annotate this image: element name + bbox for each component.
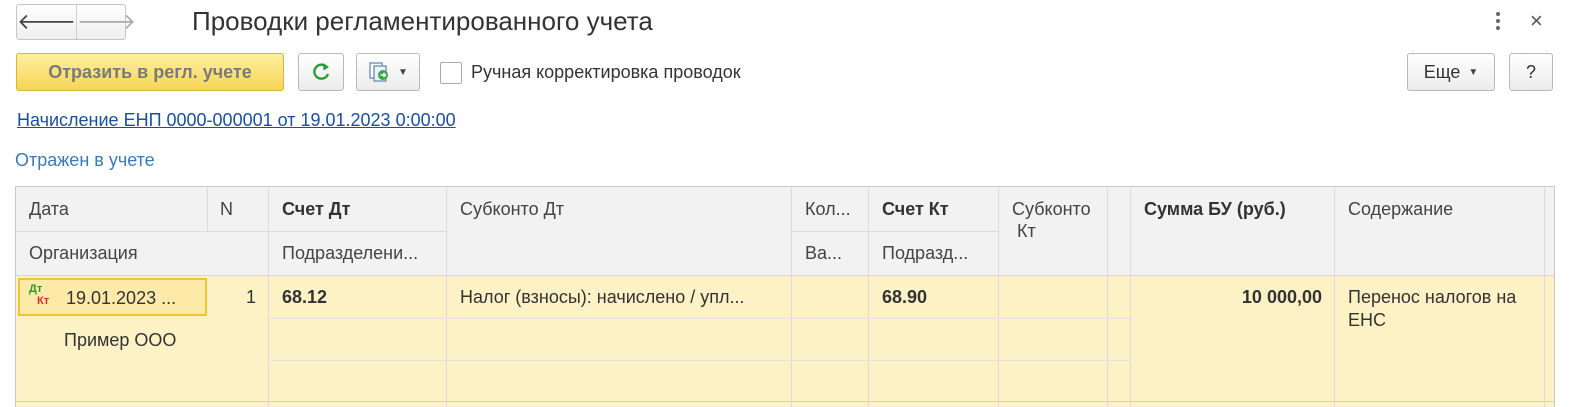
manual-correction-checkbox[interactable] [440,62,462,84]
back-button[interactable]: 🡐 [17,5,76,39]
header-quantity[interactable]: Кол... [805,199,865,220]
chevron-down-icon: ▼ [398,66,408,78]
arrow-right-icon: 🡒 [77,9,136,34]
row-number: 1 [245,287,256,307]
date-cell-selected[interactable]: Дт Кт 19.01.2023 ... [18,278,207,316]
manual-correction-label[interactable]: Ручная корректировка проводок [471,62,741,83]
header-sum[interactable]: Сумма БУ (руб.) [1144,199,1329,220]
forward-button[interactable]: 🡒 [76,5,136,39]
dt-kt-icon: Дт Кт [29,283,50,307]
row-subconto-dt: Налог (взносы): начислено / упл... [460,287,745,307]
header-content[interactable]: Содержание [1348,199,1538,220]
header-subconto-kt[interactable]: Субконто [1012,199,1104,220]
close-icon[interactable]: × [1530,8,1543,34]
window-title: Проводки регламентированного учета [192,6,653,36]
arrow-left-icon: 🡐 [17,9,76,34]
row-content: Перенос налогов на [1348,287,1517,307]
row-account-dt: 68.12 [282,287,328,307]
help-button[interactable]: ? [1509,53,1553,91]
header-subconto-kt-line2: Кт [1017,221,1036,241]
header-currency[interactable]: Ва... [805,243,865,264]
header-subconto-dt[interactable]: Субконто Дт [460,199,780,220]
more-button-label: Еще [1423,61,1461,82]
row-content-line2: ЕНС [1348,310,1387,330]
more-vertical-icon[interactable] [1490,6,1506,36]
row-sum: 10 000,00 [1241,287,1322,307]
header-organization[interactable]: Организация [29,243,259,264]
related-documents-button[interactable]: ▼ [356,53,420,91]
entries-table: Дата N Счет Дт Субконто Дт Кол... Счет К… [15,186,1555,407]
header-division-kt[interactable]: Подразд... [882,243,994,264]
refresh-icon [313,63,330,80]
post-to-accounting-button[interactable]: Отразить в регл. учете [16,53,284,91]
header-account-dt[interactable]: Счет Дт [282,199,442,220]
status-text: Отражен в учете [15,150,155,170]
header-number[interactable]: N [220,199,260,220]
document-link[interactable]: Начисление ЕНП 0000-000001 от 19.01.2023… [17,110,456,131]
chevron-down-icon: ▼ [1468,66,1479,78]
more-button[interactable]: Еще ▼ [1407,53,1495,91]
documents-icon [369,62,389,82]
header-date[interactable]: Дата [29,199,199,220]
header-division-dt[interactable]: Подразделени... [282,243,442,264]
header-account-kt[interactable]: Счет Кт [882,199,992,220]
row-organization: Пример ООО [64,330,177,350]
refresh-button[interactable] [298,53,344,91]
row-account-kt: 68.90 [882,287,928,307]
navigation-buttons: 🡐 🡒 [16,4,136,40]
row-date: 19.01.2023 ... [66,288,177,308]
